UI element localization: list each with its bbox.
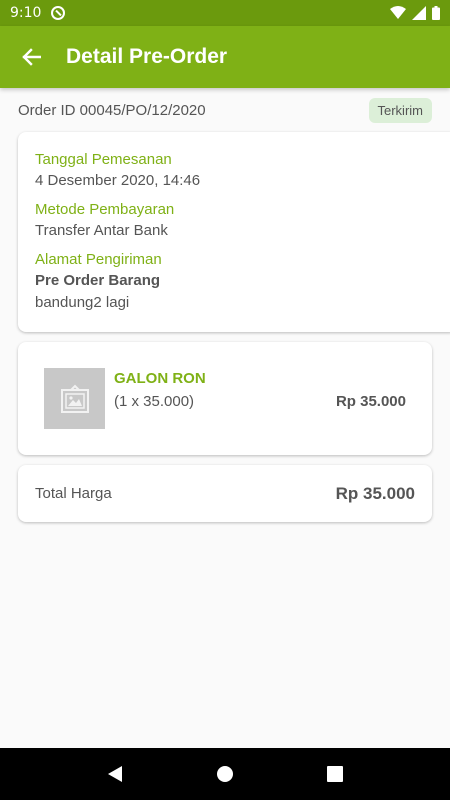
- product-thumbnail: [44, 368, 105, 429]
- nav-recents-button[interactable]: [315, 754, 355, 794]
- triangle-back-icon: [108, 766, 122, 782]
- address-label: Alamat Pengiriman: [35, 251, 162, 268]
- date-label: Tanggal Pemesanan: [35, 151, 172, 168]
- order-id: Order ID 00045/PO/12/2020: [18, 101, 206, 119]
- address-title: Pre Order Barang: [35, 272, 161, 289]
- order-item-card[interactable]: GALON RON (1 x 35.000) Rp 35.000: [18, 342, 432, 455]
- address-detail: bandung2 lagi: [35, 294, 130, 311]
- payment-value: Transfer Antar Bank: [35, 222, 168, 239]
- app-bar: Detail Pre-Order: [0, 26, 450, 88]
- payment-label: Metode Pembayaran: [35, 201, 175, 218]
- date-value: 4 Desember 2020, 14:46: [35, 172, 201, 189]
- order-header: Order ID 00045/PO/12/2020 Terkirim: [18, 96, 432, 124]
- data-saver-icon: [51, 6, 66, 20]
- item-quantity: (1 x 35.000): [114, 393, 195, 410]
- signal-icon: [412, 6, 426, 20]
- status-time: 9:10: [10, 5, 42, 21]
- status-icons: [390, 6, 440, 20]
- total-label: Total Harga: [35, 485, 112, 502]
- nav-back-button[interactable]: [95, 754, 135, 794]
- status-badge: Terkirim: [368, 97, 432, 123]
- back-button[interactable]: [0, 26, 62, 88]
- circle-home-icon: [217, 766, 233, 782]
- square-recents-icon: [327, 766, 343, 782]
- order-info-card: Tanggal Pemesanan 4 Desember 2020, 14:46…: [18, 132, 450, 332]
- battery-icon: [432, 6, 440, 20]
- arrow-back-icon: [22, 48, 41, 66]
- item-name: GALON RON: [114, 370, 206, 387]
- system-nav-bar: [0, 748, 450, 800]
- total-card: Total Harga Rp 35.000: [18, 465, 432, 522]
- status-bar: 9:10: [0, 0, 450, 26]
- nav-home-button[interactable]: [205, 754, 245, 794]
- image-placeholder-icon: [60, 384, 89, 413]
- total-value: Rp 35.000: [335, 483, 415, 503]
- wifi-icon: [390, 6, 406, 19]
- item-price: Rp 35.000: [335, 393, 406, 410]
- page-title: Detail Pre-Order: [66, 45, 228, 68]
